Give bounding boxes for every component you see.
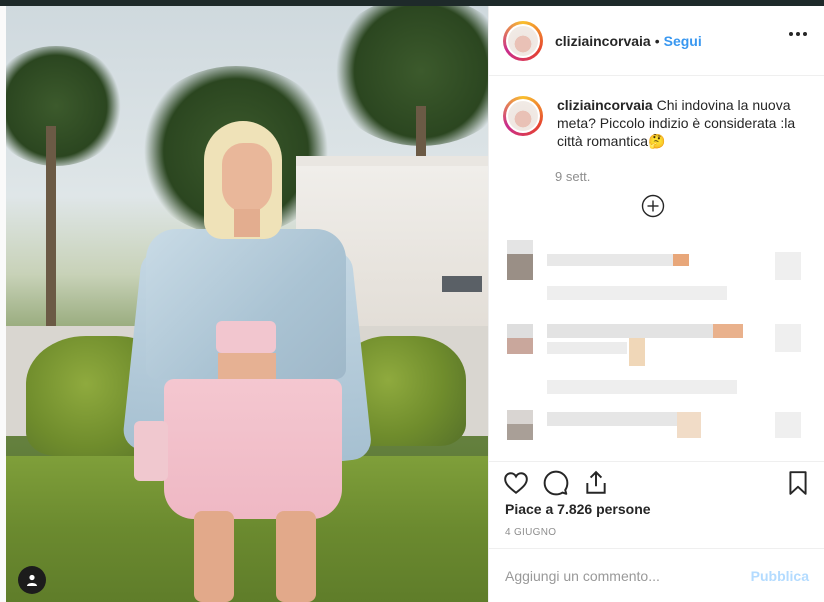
header-username[interactable]: cliziaincorvaia xyxy=(555,33,651,49)
person-face xyxy=(222,143,272,213)
avatar-ring-inner xyxy=(506,99,540,133)
comment-input[interactable] xyxy=(505,567,751,584)
pixel-block xyxy=(507,410,533,424)
pixel-block xyxy=(507,338,533,354)
separator-dot: • xyxy=(654,32,660,49)
person-leg xyxy=(276,511,316,602)
user-tag-button[interactable] xyxy=(18,566,46,594)
user-tag-icon xyxy=(27,574,37,586)
post-timestamp[interactable]: 4 GIUGNO xyxy=(505,527,556,538)
more-options-dot xyxy=(803,32,807,36)
pixel-block xyxy=(507,240,533,254)
likes-count[interactable]: Piace a 7.826 persone xyxy=(505,501,651,517)
more-options-icon xyxy=(789,32,793,36)
comment-bar: Pubblica xyxy=(489,548,824,602)
bookmark-icon[interactable] xyxy=(785,470,811,496)
palm-tree xyxy=(6,46,126,166)
pixel-block xyxy=(775,324,801,352)
palm-trunk xyxy=(46,126,56,346)
person-leg xyxy=(194,511,234,602)
avatar-photo xyxy=(508,25,538,56)
pixel-block xyxy=(547,254,673,266)
publish-button[interactable]: Pubblica xyxy=(751,568,809,584)
pixel-block xyxy=(547,380,737,394)
pixel-block xyxy=(547,286,727,300)
pixel-block xyxy=(775,252,801,280)
caption-date[interactable]: 9 sett. xyxy=(555,169,590,184)
pixel-block xyxy=(713,324,743,338)
pixel-block xyxy=(507,324,533,338)
pixel-block xyxy=(547,324,713,338)
follow-button[interactable]: Segui xyxy=(664,33,702,49)
caption-avatar[interactable] xyxy=(503,96,543,136)
avatar[interactable] xyxy=(503,20,543,61)
more-options-dot xyxy=(796,32,800,36)
pink-bag xyxy=(134,421,168,481)
share-icon[interactable] xyxy=(583,470,609,496)
more-options-button[interactable] xyxy=(789,32,807,36)
pixel-block xyxy=(507,254,533,280)
pixel-block xyxy=(673,254,689,266)
comment-icon[interactable] xyxy=(543,470,569,496)
action-bar xyxy=(489,461,824,501)
pixelated-comments xyxy=(503,234,813,456)
load-more-comments-button[interactable] xyxy=(641,194,665,218)
pixel-block xyxy=(677,412,701,438)
pink-top xyxy=(216,321,276,353)
pixel-block xyxy=(547,342,627,354)
post-header: cliziaincorvaia • Segui xyxy=(489,6,824,76)
person xyxy=(121,121,373,602)
heart-icon[interactable] xyxy=(503,470,529,496)
person-neck xyxy=(234,209,260,237)
caption-text: cliziaincorvaia Chi indovina la nuova me… xyxy=(557,96,807,150)
pixel-block xyxy=(507,424,533,440)
pixel-block xyxy=(775,412,801,438)
pixel-block xyxy=(547,412,677,426)
pixel-block xyxy=(629,338,645,366)
avatar-ring-inner xyxy=(506,23,540,58)
post-photo[interactable] xyxy=(6,6,488,602)
caption: cliziaincorvaia Chi indovina la nuova me… xyxy=(503,96,813,150)
avatar-photo xyxy=(508,101,538,131)
house-window xyxy=(442,276,482,292)
pink-skirt xyxy=(164,379,342,519)
caption-username[interactable]: cliziaincorvaia xyxy=(557,97,653,113)
post-side-panel: cliziaincorvaia • Segui cliziaincorvaia … xyxy=(488,6,824,602)
